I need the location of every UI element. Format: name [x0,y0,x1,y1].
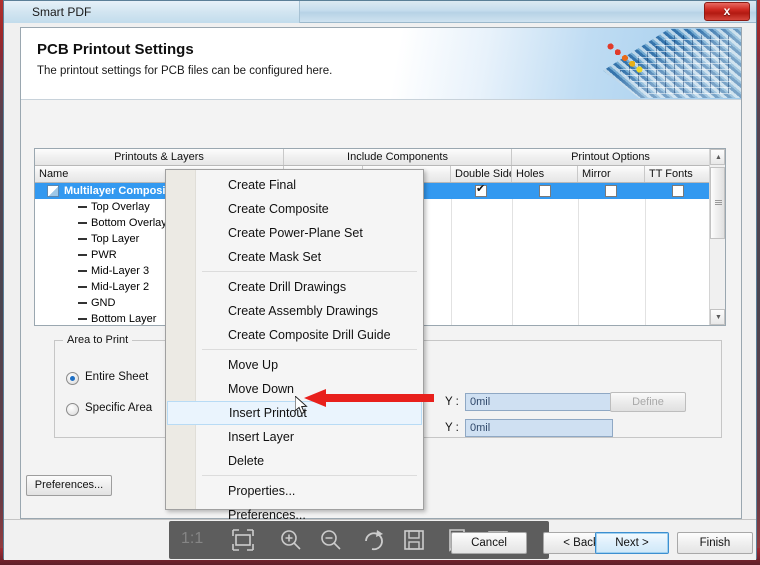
row-label-layer: Bottom Overlay [91,217,167,229]
menu-separator [202,475,417,476]
row-label-layer: Mid-Layer 3 [91,265,150,277]
column-header-mirror[interactable]: Mirror [578,166,645,182]
context-menu-gutter [166,170,196,509]
row-label-layer: PWR [91,249,117,261]
layer-dash-icon [78,318,87,320]
zoom-in-icon[interactable] [279,528,303,552]
printout-node-icon[interactable] [47,185,59,197]
layer-dash-icon [78,222,87,224]
menu-item-move-down[interactable]: Move Down [197,377,422,401]
save-icon[interactable] [402,528,426,552]
layer-dash-icon [78,302,87,304]
menu-item-create-assembly-drawings[interactable]: Create Assembly Drawings [197,299,422,323]
close-icon[interactable]: x [704,2,750,21]
menu-separator [202,271,417,272]
group-header-printout-options[interactable]: Printout Options [512,149,710,165]
table-group-header-row: Printouts & Layers Include Components Pr… [35,149,725,166]
group-header-printouts-layers[interactable]: Printouts & Layers [35,149,284,165]
radio-label-specific-area[interactable]: Specific Area [85,402,152,414]
layer-dash-icon [78,254,87,256]
row-label-layer: Top Layer [91,233,140,245]
group-header-include-components[interactable]: Include Components [284,149,512,165]
cancel-button[interactable]: Cancel [451,532,527,554]
row-label-layer: Bottom Layer [91,313,157,325]
layer-dash-icon [78,206,87,208]
menu-item-create-composite[interactable]: Create Composite [197,197,422,221]
menu-item-create-drill-drawings[interactable]: Create Drill Drawings [197,275,422,299]
lower-y-input[interactable]: 0mil [465,393,613,411]
row-label-layer: Mid-Layer 2 [91,281,150,293]
radio-entire-sheet[interactable] [66,372,79,385]
layer-dash-icon [78,238,87,240]
finish-button[interactable]: Finish [677,532,753,554]
scroll-up-icon[interactable]: ▲ [710,149,725,165]
preferences-button[interactable]: Preferences... [26,475,112,496]
column-header-tt-fonts[interactable]: TT Fonts [645,166,710,182]
checkbox-double-sided[interactable] [475,183,487,197]
row-label-layer: Top Overlay [91,201,150,213]
checkbox-tt-fonts[interactable] [672,185,684,197]
application-window: Smart PDF x PCB Printout Settings The pr… [3,0,757,560]
pcb-led-row [604,41,646,77]
layer-dash-icon [78,270,87,272]
y-label-lower: Y : [445,396,459,408]
row-label-layer: GND [91,297,116,309]
menu-item-move-up[interactable]: Move Up [197,353,422,377]
context-menu: Create Final Create Composite Create Pow… [165,169,424,522]
table-vertical-scrollbar[interactable]: ▲ ▼ [709,149,725,325]
next-button[interactable]: Next > [595,532,669,554]
column-header-double-sided[interactable]: Double Sided [451,166,512,182]
checkbox-holes[interactable] [539,185,551,197]
layer-dash-icon [78,286,87,288]
menu-item-delete[interactable]: Delete [197,449,422,473]
radio-label-entire-sheet[interactable]: Entire Sheet [85,371,148,383]
fit-to-screen-icon[interactable] [231,528,255,552]
define-button[interactable]: Define [610,392,686,412]
menu-item-create-power-plane-set[interactable]: Create Power-Plane Set [197,221,422,245]
checkbox-mirror[interactable] [605,185,617,197]
y-label-upper: Y : [445,422,459,434]
page-title: PCB Printout Settings [37,41,194,58]
upper-y-input[interactable]: 0mil [465,419,613,437]
menu-item-insert-layer[interactable]: Insert Layer [197,425,422,449]
mouse-cursor [295,396,308,415]
menu-separator [202,349,417,350]
radio-specific-area[interactable] [66,403,79,416]
title-bar: Smart PDF x [4,1,756,23]
window-title: Smart PDF [32,5,92,19]
menu-item-create-mask-set[interactable]: Create Mask Set [197,245,422,269]
zoom-ratio-label[interactable]: 1:1 [181,530,215,554]
area-to-print-legend: Area to Print [63,334,133,346]
menu-item-create-final[interactable]: Create Final [197,173,422,197]
column-header-holes[interactable]: Holes [512,166,578,182]
menu-item-create-composite-drill-guide[interactable]: Create Composite Drill Guide [197,323,422,347]
title-tab: Smart PDF [4,1,300,23]
scrollbar-thumb[interactable] [710,167,725,239]
dialog-banner: PCB Printout Settings The printout setti… [21,28,741,100]
rotate-icon[interactable] [361,528,385,552]
page-subtitle: The printout settings for PCB files can … [37,65,333,77]
menu-item-properties[interactable]: Properties... [197,479,422,503]
scroll-down-icon[interactable]: ▼ [710,309,725,325]
zoom-out-icon[interactable] [319,528,343,552]
